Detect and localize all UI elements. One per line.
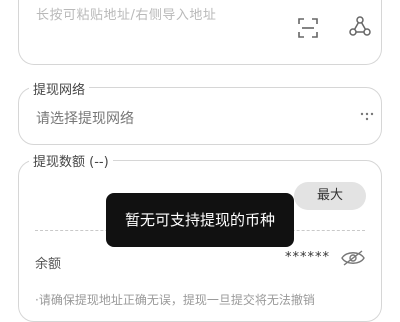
scan-icon[interactable]: [297, 17, 319, 39]
address-placeholder: 长按可粘贴地址/右侧导入地址: [36, 8, 217, 23]
network-placeholder: 请选择提现网络: [36, 111, 134, 127]
dropdown-dots-icon: [360, 112, 374, 121]
import-address-icon[interactable]: [348, 15, 372, 39]
amount-legend: 提现数额 (--): [29, 151, 113, 170]
network-legend: 提现网络: [29, 79, 90, 98]
address-input-card[interactable]: 长按可粘贴地址/右侧导入地址: [18, 0, 382, 65]
balance-value: ******: [285, 250, 330, 265]
max-button[interactable]: 最大: [294, 182, 366, 210]
toast-message: 暂无可支持提现的币种: [106, 193, 294, 247]
balance-label: 余额: [35, 257, 62, 272]
hide-balance-eye-icon[interactable]: [341, 249, 365, 267]
